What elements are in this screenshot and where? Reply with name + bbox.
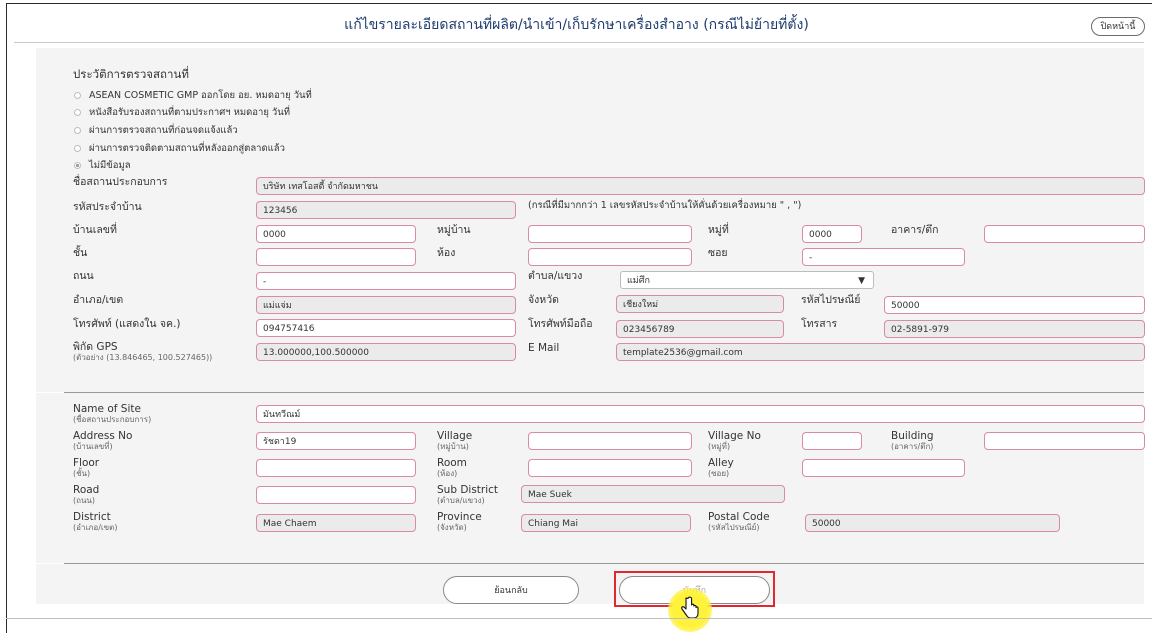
room-field[interactable] xyxy=(528,248,692,266)
province-field[interactable]: เชียงใหม่ xyxy=(616,295,784,313)
history-option-pre-inspection[interactable]: ผ่านการตรวจสถานที่ก่อนจดแจ้งแล้ว xyxy=(74,123,238,138)
building-label: อาคาร/ตึก xyxy=(891,224,939,236)
page-title: แก้ไขรายละเอียดสถานที่ผลิต/นำเข้า/เก็บรั… xyxy=(344,17,809,33)
eng-district-label: District (อำเภอ/เขต) xyxy=(73,511,118,532)
road-label: ถนน xyxy=(73,270,94,282)
province-label: จังหวัด xyxy=(528,294,559,306)
chevron-down-icon: ▼ xyxy=(858,276,865,286)
house-no-field[interactable]: 0000 xyxy=(256,225,416,243)
moo-label: หมู่ที่ xyxy=(708,224,729,236)
alley-label: ซอย xyxy=(708,247,728,259)
postal-label: รหัสไปรษณีย์ xyxy=(801,294,861,306)
radio-icon[interactable] xyxy=(74,92,81,99)
action-bar xyxy=(36,564,1144,604)
radio-icon[interactable] xyxy=(74,145,81,152)
back-button[interactable]: ย้อนกลับ xyxy=(443,576,579,604)
floor-label: ชั้น xyxy=(73,247,88,259)
gps-field[interactable]: 13.000000,100.500000 xyxy=(256,343,516,361)
postal-field[interactable]: 50000 xyxy=(884,296,1145,314)
eng-road-field[interactable] xyxy=(256,486,416,504)
phone-field[interactable]: 094757416 xyxy=(256,319,516,337)
radio-icon[interactable] xyxy=(74,127,81,134)
site-name-field[interactable]: บริษัท เทสโอสตี้ จำกัดมหาชน xyxy=(256,177,1145,195)
eng-room-field[interactable] xyxy=(528,459,692,477)
eng-subdistrict-label: Sub District (ตำบล/แขวง) xyxy=(437,484,499,505)
history-option-asean-gmp[interactable]: ASEAN COSMETIC GMP ออกโดย อย. หมดอายุ วั… xyxy=(74,88,312,103)
eng-address-no-field[interactable]: รัชดา19 xyxy=(256,432,416,450)
district-label: อำเภอ/เขต xyxy=(73,294,124,306)
close-page-button[interactable]: ปิดหน้านี้ xyxy=(1091,17,1145,36)
eng-province-label: Province (จังหวัด) xyxy=(437,511,482,532)
eng-village-no-field[interactable] xyxy=(802,432,862,450)
history-option-post-market[interactable]: ผ่านการตรวจติดตามสถานที่หลังออกสู่ตลาดแล… xyxy=(74,141,285,156)
history-option-no-data[interactable]: ไม่มีข้อมูล xyxy=(74,158,131,173)
history-option-certificate[interactable]: หนังสือรับรองสถานที่ตามประกาศฯ หมดอายุ ว… xyxy=(74,105,290,120)
section-divider xyxy=(64,563,1144,564)
eng-province-field[interactable]: Chiang Mai xyxy=(521,514,691,532)
eng-postal-label: Postal Code (รหัสไปรษณีย์) xyxy=(708,511,770,532)
hand-pointer-icon xyxy=(681,596,699,619)
alley-field[interactable]: - xyxy=(802,248,965,266)
village-field[interactable] xyxy=(528,225,692,243)
fax-field[interactable]: 02-5891-979 xyxy=(884,320,1145,338)
radio-icon[interactable] xyxy=(74,109,81,116)
house-no-label: บ้านเลขที่ xyxy=(73,224,117,236)
eng-village-field[interactable] xyxy=(528,432,692,450)
eng-room-label: Room (ห้อง) xyxy=(437,457,467,478)
eng-alley-field[interactable] xyxy=(802,459,965,477)
eng-postal-field[interactable]: 50000 xyxy=(805,514,1060,532)
eng-building-label: Building (อาคาร/ตึก) xyxy=(891,430,934,451)
fax-label: โทรสาร xyxy=(801,318,838,330)
email-field[interactable]: template2536@gmail.com xyxy=(616,343,1145,361)
eng-address-no-label: Address No (บ้านเลขที่) xyxy=(73,430,133,451)
eng-district-field[interactable]: Mae Chaem xyxy=(256,514,416,532)
subdistrict-select[interactable]: แม่ศึก ▼ xyxy=(620,271,874,289)
eng-village-no-label: Village No (หมู่ที่) xyxy=(708,430,761,451)
road-field[interactable]: - xyxy=(256,272,516,290)
eng-site-name-field[interactable]: มันทวีณม์ xyxy=(256,405,1145,423)
eng-building-field[interactable] xyxy=(984,432,1145,450)
eng-road-label: Road (ถนน) xyxy=(73,484,100,505)
bottom-divider xyxy=(6,618,1152,619)
mobile-field[interactable]: 023456789 xyxy=(616,320,784,338)
house-id-label: รหัสประจำบ้าน xyxy=(73,201,142,213)
room-label: ห้อง xyxy=(437,247,456,259)
title-divider xyxy=(14,42,1144,43)
moo-field[interactable]: 0000 xyxy=(802,225,862,243)
mobile-label: โทรศัพท์มือถือ xyxy=(528,318,593,330)
subdistrict-label: ตำบล/แขวง xyxy=(528,270,583,282)
district-field[interactable]: แม่แจ่ม xyxy=(256,296,516,314)
building-field[interactable] xyxy=(984,225,1145,243)
email-label: E Mail xyxy=(528,342,560,354)
house-id-field[interactable]: 123456 xyxy=(256,201,516,219)
eng-floor-field[interactable] xyxy=(256,459,416,477)
gps-label: พิกัด GPS (ตัวอย่าง (13.846465, 100.52746… xyxy=(73,341,213,362)
site-name-label: ชื่อสถานประกอบการ xyxy=(73,176,168,188)
eng-floor-label: Floor (ชั้น) xyxy=(73,457,100,478)
radio-selected-icon[interactable] xyxy=(74,162,81,169)
eng-village-label: Village (หมู่บ้าน) xyxy=(437,430,473,451)
village-label: หมู่บ้าน xyxy=(437,224,471,236)
history-title: ประวัติการตรวจสถานที่ xyxy=(73,67,189,81)
eng-subdistrict-field[interactable]: Mae Suek xyxy=(521,485,785,503)
eng-site-name-label: Name of Site (ชื่อสถานประกอบการ) xyxy=(73,403,152,424)
house-id-note: (กรณีที่มีมากกว่า 1 เลขรหัสประจำบ้านให้ค… xyxy=(528,200,802,211)
eng-alley-label: Alley (ซอย) xyxy=(708,457,734,478)
phone-label: โทรศัพท์ (แสดงใน จค.) xyxy=(73,318,181,330)
section-divider xyxy=(64,392,1144,393)
floor-field[interactable] xyxy=(256,248,416,266)
